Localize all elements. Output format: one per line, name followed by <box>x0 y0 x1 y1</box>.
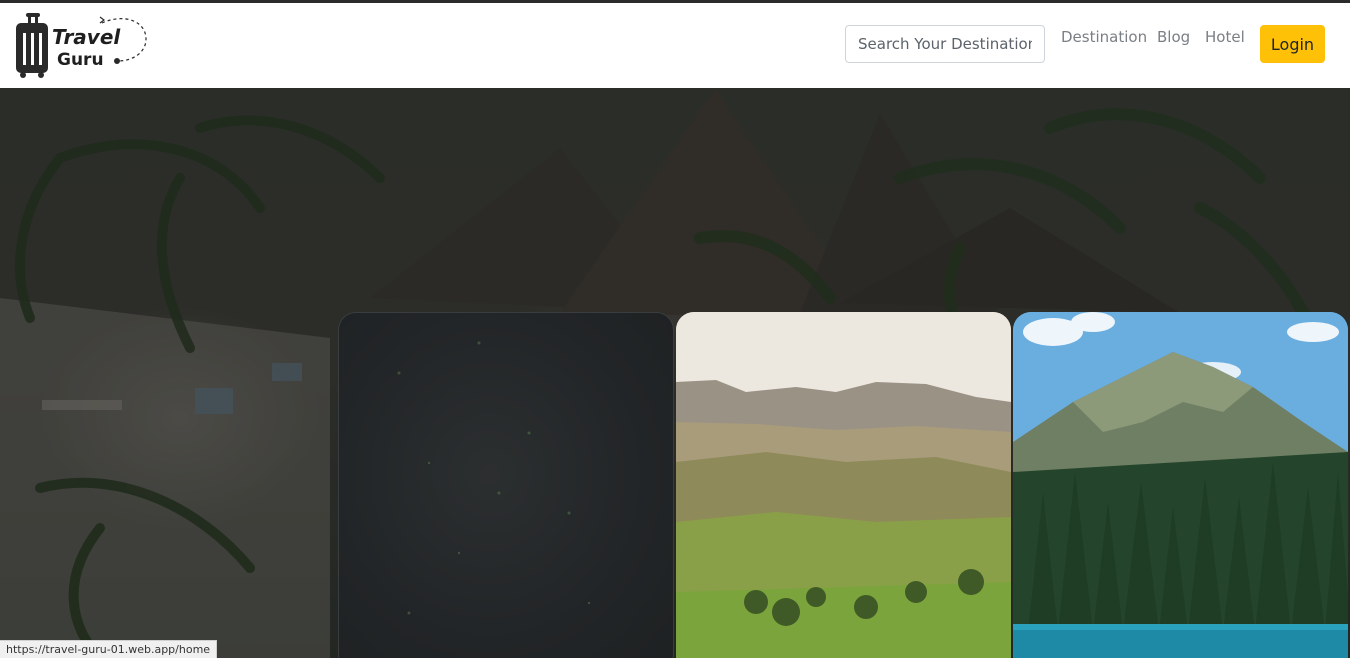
card-image-mountain-lake <box>1013 312 1348 658</box>
destination-card-1[interactable] <box>338 312 674 658</box>
nav-link-destination[interactable]: Destination <box>1061 28 1147 46</box>
destination-card-2[interactable] <box>676 312 1011 658</box>
logo-text-guru: Guru <box>57 50 104 70</box>
hero-background <box>0 88 1350 658</box>
login-button[interactable]: Login <box>1260 25 1325 63</box>
logo-text-travel: Travel <box>52 25 121 49</box>
card-image-dark-forest <box>397 341 591 615</box>
navbar: Travel Guru Destination Blog Hotel Login <box>0 3 1350 88</box>
status-bar-url: https://travel-guru-01.web.app/home <box>0 640 218 658</box>
nav-link-hotel[interactable]: Hotel <box>1205 28 1245 46</box>
nav-link-blog[interactable]: Blog <box>1157 28 1190 46</box>
card-image-hills <box>676 312 1011 658</box>
logo[interactable]: Travel Guru <box>14 13 154 79</box>
search-input[interactable] <box>845 25 1045 63</box>
destination-card-3[interactable] <box>1013 312 1348 658</box>
